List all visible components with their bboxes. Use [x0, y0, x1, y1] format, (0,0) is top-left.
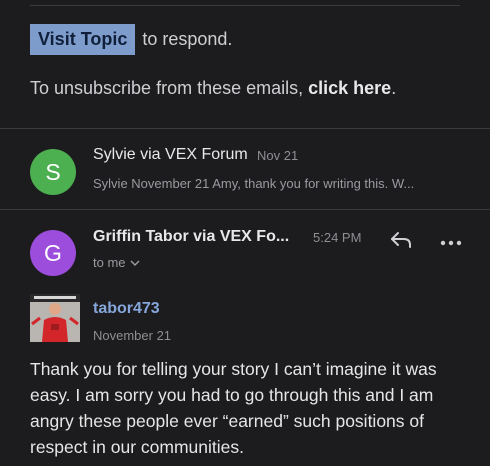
reply-arrow-icon	[389, 230, 413, 255]
respond-text: to respond.	[142, 29, 233, 49]
visit-topic-button[interactable]: Visit Topic	[30, 24, 136, 55]
more-ellipsis-icon	[440, 233, 462, 251]
unsubscribe-line: To unsubscribe from these emails, click …	[30, 78, 396, 99]
message-time: 5:24 PM	[313, 230, 362, 245]
message-preview: Sylvie November 21 Amy, thank you for wr…	[93, 176, 415, 191]
unsubscribe-period: .	[391, 78, 397, 98]
email-thread-screen: Visit Topic to respond. To unsubscribe f…	[0, 0, 490, 466]
sender-avatar-g: G	[30, 230, 76, 276]
recipient-label: to me	[93, 255, 126, 270]
sender-avatar-s: S	[30, 149, 76, 195]
forum-username-link[interactable]: tabor473	[93, 300, 160, 318]
sender-name: Griffin Tabor via VEX Fo...	[93, 228, 290, 245]
unsubscribe-text: To unsubscribe from these emails,	[30, 78, 304, 98]
message-date: Nov 21	[257, 148, 299, 163]
chevron-down-icon	[129, 255, 140, 270]
post-body: Thank you for telling your story I can’t…	[30, 359, 437, 457]
message-divider	[0, 128, 490, 129]
forum-user-avatar	[30, 294, 80, 342]
unsubscribe-link[interactable]: click here	[308, 78, 391, 98]
post-date: November 21	[93, 328, 172, 343]
recipient-toggle[interactable]: to me	[93, 255, 140, 270]
top-divider	[30, 5, 460, 6]
more-options-button[interactable]	[438, 232, 464, 252]
sender-name: Sylvie via VEX Forum	[93, 146, 248, 163]
reply-button[interactable]	[388, 230, 414, 254]
visit-topic-row: Visit Topic to respond.	[30, 24, 232, 55]
message-divider	[0, 209, 490, 210]
